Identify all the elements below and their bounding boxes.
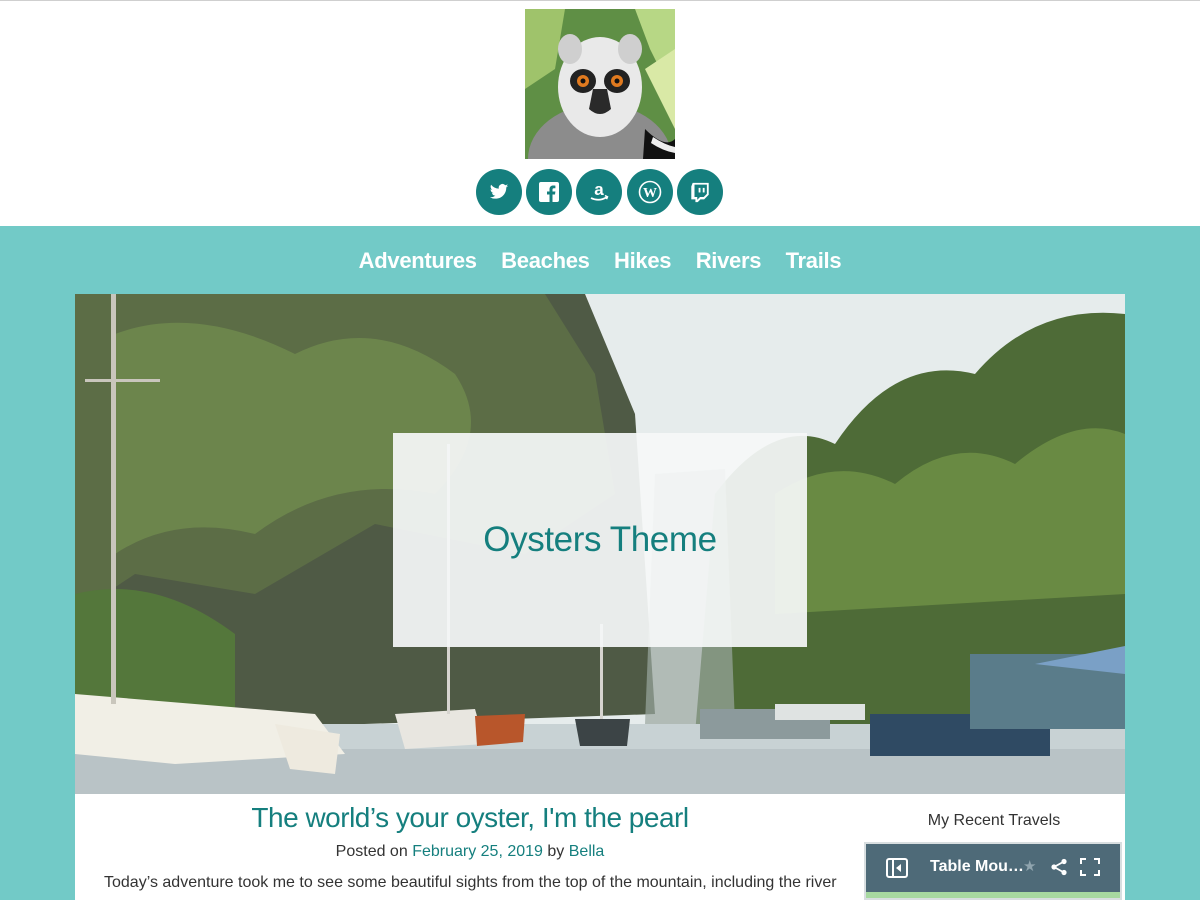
star-icon[interactable]: ★: [1023, 857, 1036, 875]
share-icon[interactable]: [1050, 858, 1068, 881]
sidebar-toggle-icon[interactable]: [886, 858, 908, 883]
map-preview[interactable]: [866, 892, 1120, 898]
nav-item-adventures[interactable]: Adventures: [359, 244, 477, 278]
twitter-button[interactable]: [476, 169, 522, 215]
post-author-link[interactable]: Bella: [569, 843, 605, 860]
svg-text:a: a: [594, 180, 604, 199]
posted-on-label: Posted on: [335, 843, 408, 860]
map-widget: Table Mou… ★: [864, 842, 1122, 900]
twitch-button[interactable]: [677, 169, 723, 215]
svg-text:W: W: [643, 186, 657, 201]
nav-item-beaches[interactable]: Beaches: [501, 244, 590, 278]
site-title-box: Oysters Theme: [393, 433, 807, 647]
fullscreen-icon[interactable]: [1080, 858, 1100, 881]
nav-item-hikes[interactable]: Hikes: [614, 244, 672, 278]
nav-item-trails[interactable]: Trails: [786, 244, 842, 278]
social-links: a W: [476, 169, 724, 217]
nav-item-rivers[interactable]: Rivers: [696, 244, 762, 278]
sidebar-widget-title: My Recent Travels: [927, 812, 1061, 829]
site-header: a W: [0, 1, 1200, 226]
twitter-icon: [489, 184, 509, 199]
amazon-icon: a: [590, 180, 609, 201]
wordpress-button[interactable]: W: [627, 169, 673, 215]
post-excerpt: Today’s adventure took me to see some be…: [104, 874, 837, 891]
map-widget-toolbar: Table Mou… ★: [866, 844, 1120, 892]
facebook-icon: [539, 182, 559, 202]
facebook-button[interactable]: [526, 169, 572, 215]
post-meta: Posted on February 25, 2019 by Bella: [75, 843, 865, 861]
twitch-icon: [691, 182, 709, 203]
by-label: by: [547, 843, 565, 860]
site-title[interactable]: Oysters Theme: [483, 520, 717, 560]
map-title[interactable]: Table Mou…: [930, 858, 1024, 876]
amazon-button[interactable]: a: [576, 169, 622, 215]
content-area: The world’s your oyster, I'm the pearl P…: [75, 794, 1125, 900]
post-title[interactable]: The world’s your oyster, I'm the pearl: [75, 802, 865, 834]
site-logo-lemur[interactable]: [525, 9, 675, 159]
post-date-link[interactable]: February 25, 2019: [412, 843, 543, 860]
wordpress-icon: W: [638, 180, 662, 204]
primary-nav: Adventures Beaches Hikes Rivers Trails: [0, 244, 1200, 278]
